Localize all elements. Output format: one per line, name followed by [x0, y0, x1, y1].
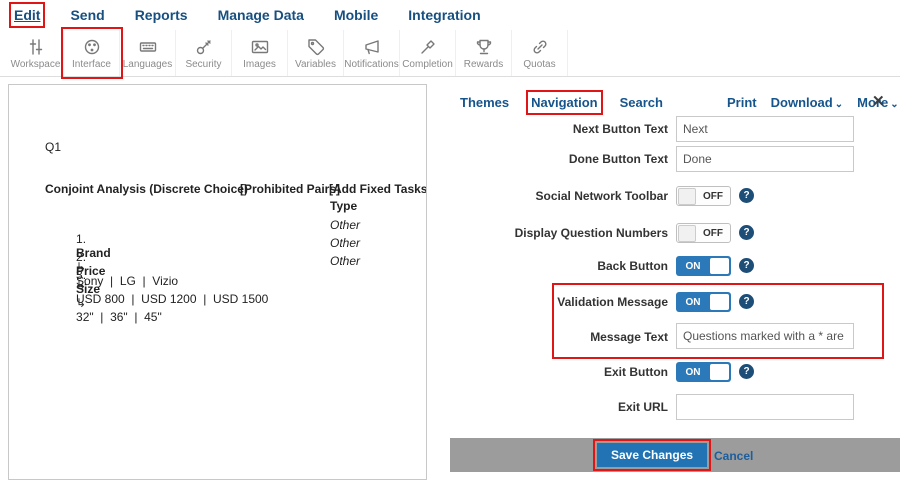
branch-arrow-icon: ↳: [76, 296, 86, 310]
message-text-input[interactable]: [676, 323, 854, 349]
exit-button-label: Exit Button: [450, 365, 668, 379]
attribute-type: Other: [330, 254, 360, 268]
menu-item-integration[interactable]: Integration: [408, 7, 480, 23]
sliders-icon: [26, 36, 46, 57]
settings-tabs: Themes Navigation Search: [460, 95, 663, 110]
toolbar-item-variables[interactable]: Variables: [288, 30, 344, 76]
done-button-text-label: Done Button Text: [450, 152, 668, 166]
menu-item-send[interactable]: Send: [70, 7, 104, 23]
display-question-numbers-label: Display Question Numbers: [450, 226, 668, 240]
validation-message-toggle[interactable]: ON: [676, 292, 731, 312]
attribute-levels: 32" | 36" | 45": [76, 310, 162, 324]
trophy-icon: [474, 36, 494, 57]
toolbar-item-label: Quotas: [523, 59, 555, 70]
next-button-text-input[interactable]: [676, 116, 854, 142]
toolbar-item-label: Notifications: [344, 59, 398, 70]
menu-item-reports[interactable]: Reports: [135, 7, 188, 23]
download-label: Download: [771, 95, 833, 110]
help-icon[interactable]: ?: [739, 258, 754, 273]
tag-icon: [306, 36, 326, 57]
help-icon[interactable]: ?: [739, 188, 754, 203]
toolbar-item-languages[interactable]: Languages: [120, 30, 176, 76]
toggle-state-label: OFF: [696, 191, 730, 202]
toolbar-item-notifications[interactable]: Notifications: [344, 30, 400, 76]
toggle-state-label: ON: [676, 261, 710, 272]
toolbar-item-label: Completion: [402, 59, 453, 70]
message-text-label: Message Text: [450, 330, 668, 344]
social-network-toolbar-toggle[interactable]: OFF: [676, 186, 731, 206]
attribute-number: 3.: [76, 268, 86, 282]
menu-item-manage-data[interactable]: Manage Data: [218, 7, 304, 23]
toggle-knob: [678, 225, 696, 242]
toolbar-item-label: Variables: [295, 59, 336, 70]
toggle-knob: [678, 188, 696, 205]
question-title: Conjoint Analysis (Discrete Choice): [45, 182, 248, 196]
main-menu: Edit Send Reports Manage Data Mobile Int…: [0, 0, 900, 30]
close-icon[interactable]: ✕: [872, 92, 885, 110]
toolbar-item-label: Workspace: [11, 59, 61, 70]
help-icon[interactable]: ?: [739, 294, 754, 309]
exit-url-input[interactable]: [676, 394, 854, 420]
tab-navigation[interactable]: Navigation: [531, 95, 597, 110]
image-icon: [250, 36, 270, 57]
toggle-state-label: ON: [676, 297, 710, 308]
survey-preview-panel: Q1 Conjoint Analysis (Discrete Choice) […: [8, 84, 427, 480]
toolbar-item-security[interactable]: Security: [176, 30, 232, 76]
cancel-link[interactable]: Cancel: [714, 449, 753, 463]
attribute-name: Size: [76, 282, 100, 296]
social-network-toolbar-label: Social Network Toolbar: [450, 189, 668, 203]
tab-themes[interactable]: Themes: [460, 95, 509, 110]
toolbar-item-label: Rewards: [464, 59, 503, 70]
question-code: Q1: [45, 140, 61, 154]
toolbar-item-completion[interactable]: Completion: [400, 30, 456, 76]
type-column-header: Type: [330, 199, 357, 213]
toggle-state-label: OFF: [696, 228, 730, 239]
add-fixed-tasks-link[interactable]: [Add Fixed Tasks: [329, 182, 427, 196]
toolbar-item-label: Interface: [72, 59, 111, 70]
toggle-knob: [710, 364, 729, 380]
attribute-type: Other: [330, 218, 360, 232]
chevron-down-icon: ⌄: [835, 99, 843, 110]
help-icon[interactable]: ?: [739, 364, 754, 379]
conjoint-attribute-row: 3. Size ↳ 32" | 36" | 45": [56, 254, 162, 338]
back-button-toggle[interactable]: ON: [676, 256, 731, 276]
chevron-down-icon: ⌄: [890, 99, 898, 110]
attribute-type: Other: [330, 236, 360, 250]
key-icon: [194, 36, 214, 57]
toolbar-item-images[interactable]: Images: [232, 30, 288, 76]
display-question-numbers-toggle[interactable]: OFF: [676, 223, 731, 243]
download-link[interactable]: Download⌄: [771, 95, 844, 110]
exit-button-toggle[interactable]: ON: [676, 362, 731, 382]
back-button-label: Back Button: [450, 259, 668, 273]
validation-message-label: Validation Message: [450, 295, 668, 309]
prohibited-pairs-link[interactable]: [Prohibited Pairs]: [240, 182, 340, 196]
toolbar-item-rewards[interactable]: Rewards: [456, 30, 512, 76]
toolbar-item-interface[interactable]: Interface: [64, 30, 120, 76]
done-button-text-input[interactable]: [676, 146, 854, 172]
exit-url-label: Exit URL: [450, 400, 668, 414]
toolbar-item-label: Security: [185, 59, 221, 70]
print-link[interactable]: Print: [727, 95, 757, 110]
palette-icon: [82, 36, 102, 57]
app-window: Edit Send Reports Manage Data Mobile Int…: [0, 0, 900, 484]
toolbar-item-workspace[interactable]: Workspace: [8, 30, 64, 76]
toolbar-item-label: Languages: [123, 59, 173, 70]
next-button-text-label: Next Button Text: [450, 122, 668, 136]
keyboard-icon: [138, 36, 158, 57]
edit-toolbar: Workspace Interface Languages Security I…: [0, 30, 900, 77]
save-changes-button[interactable]: Save Changes: [597, 443, 707, 467]
toggle-knob: [710, 258, 729, 274]
toggle-knob: [710, 294, 729, 310]
toolbar-item-quotas[interactable]: Quotas: [512, 30, 568, 76]
menu-item-mobile[interactable]: Mobile: [334, 7, 378, 23]
megaphone-icon: [362, 36, 382, 57]
chain-link-icon: [530, 36, 550, 57]
toolbar-item-label: Images: [243, 59, 276, 70]
screwdriver-icon: [418, 36, 438, 57]
menu-item-edit[interactable]: Edit: [14, 7, 40, 23]
help-icon[interactable]: ?: [739, 225, 754, 240]
toggle-state-label: ON: [676, 367, 710, 378]
tab-search[interactable]: Search: [620, 95, 663, 110]
